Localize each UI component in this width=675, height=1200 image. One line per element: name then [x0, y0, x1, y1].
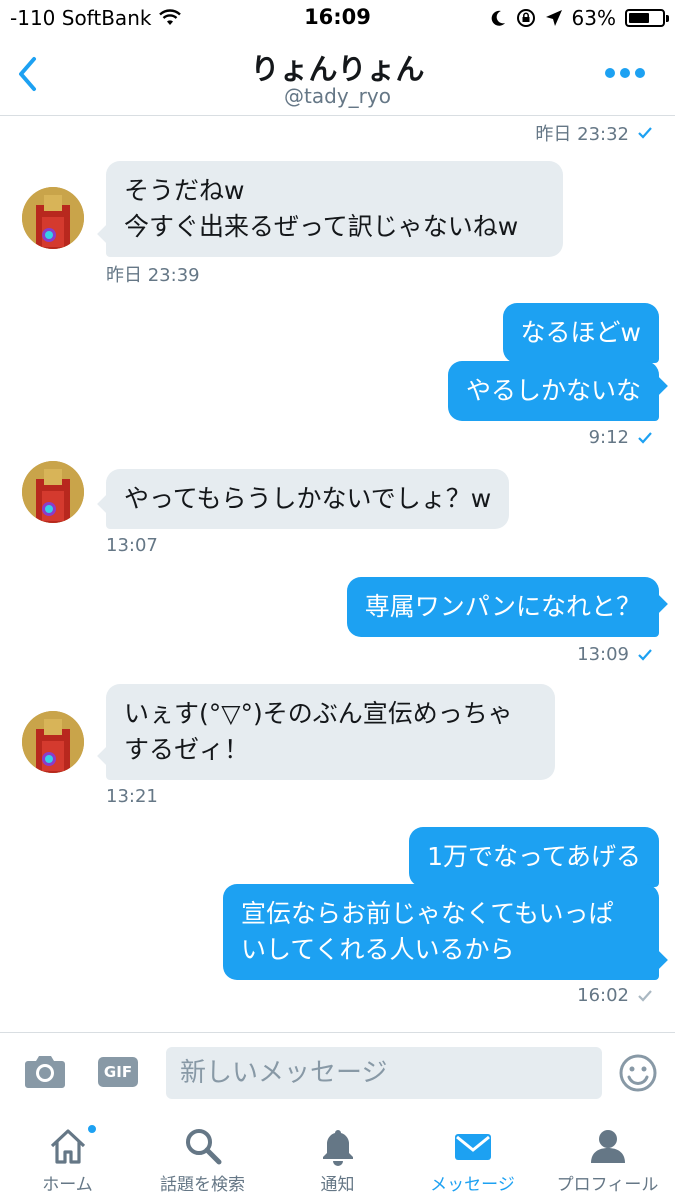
status-bar: -110 SoftBank 16:09 63% [0, 0, 675, 38]
conversation-title: りょんりょん [250, 52, 425, 86]
tab-search[interactable]: 話題を検索 [135, 1112, 270, 1200]
avatar[interactable] [22, 187, 84, 249]
message-bubble-incoming[interactable]: いぇす(°▽°)そのぶん宣伝めっちゃ するゼィ！ [106, 684, 555, 780]
avatar[interactable] [22, 461, 84, 523]
mail-icon [454, 1134, 491, 1160]
message-bubble-incoming[interactable]: やってもらうしかないでしょ？w [106, 469, 510, 529]
emoji-icon[interactable] [618, 1053, 658, 1093]
read-check-icon [638, 648, 652, 661]
tab-messages[interactable]: メッセージ [405, 1112, 540, 1200]
tab-home[interactable]: ホーム [0, 1112, 135, 1200]
battery-percent: 63% [571, 6, 616, 30]
notification-badge [87, 1124, 97, 1134]
rotation-lock-icon [516, 9, 535, 27]
moon-icon [491, 10, 505, 26]
tab-bar: ホーム 話題を検索 通知 メッセージ プロフィール [0, 1112, 675, 1200]
conversation-handle: @tady_ryo [284, 84, 391, 108]
tab-label: 通知 [320, 1175, 355, 1195]
message-composer: GIF [0, 1032, 675, 1112]
message-input[interactable] [166, 1047, 602, 1099]
message-bubble-outgoing[interactable]: なるほどw [502, 303, 659, 363]
tab-label: プロフィール [556, 1175, 659, 1195]
message-bubble-incoming[interactable]: そうだねw 今すぐ出来るぜって訳じゃないねw [106, 161, 563, 257]
message-bubble-outgoing[interactable]: 宣伝ならお前じゃなくてもいっぱ いしてくれる人いるから [223, 884, 659, 980]
timestamp: 昨日 23:39 [106, 265, 200, 286]
avatar-image [22, 461, 84, 523]
tab-label: メッセージ [430, 1175, 515, 1195]
avatar-image [22, 711, 84, 773]
battery-icon [625, 9, 669, 27]
timestamp: 昨日 23:32 [535, 120, 653, 146]
battery-level [629, 13, 650, 23]
search-icon [185, 1129, 221, 1165]
bell-icon [322, 1130, 353, 1166]
tab-label: ホーム [42, 1175, 93, 1195]
avatar[interactable] [22, 711, 84, 773]
conversation-header: りょんりょん @tady_ryo [0, 38, 675, 116]
timestamp: 13:07 [106, 535, 158, 556]
location-icon [545, 10, 562, 26]
avatar-image [22, 187, 84, 249]
profile-icon [590, 1130, 625, 1163]
timestamp: 9:12 [589, 427, 653, 448]
home-icon [50, 1129, 85, 1164]
timestamp: 13:09 [577, 644, 653, 665]
camera-icon[interactable] [24, 1053, 66, 1089]
message-bubble-outgoing[interactable]: やるしかないな [447, 361, 659, 421]
tab-label: 話題を検索 [160, 1175, 245, 1195]
message-bubble-outgoing[interactable]: 専属ワンパンになれと？ [346, 577, 659, 637]
message-bubble-outgoing[interactable]: 1万でなってあげる [409, 827, 659, 887]
status-right: 63% [489, 6, 669, 30]
gif-button[interactable]: GIF [98, 1057, 138, 1087]
tab-notifications[interactable]: 通知 [270, 1112, 405, 1200]
message-list[interactable]: 昨日 23:32 そうだねw 今すぐ出来るぜって訳じゃないねw 昨日 23:39… [0, 117, 675, 1032]
read-check-icon [638, 431, 652, 444]
timestamp: 16:02 [577, 985, 653, 1006]
sent-check-icon [638, 989, 652, 1002]
more-dots-icon[interactable] [605, 68, 645, 78]
tab-profile[interactable]: プロフィール [540, 1112, 675, 1200]
timestamp: 13:21 [106, 786, 158, 807]
read-check-icon [638, 127, 652, 139]
